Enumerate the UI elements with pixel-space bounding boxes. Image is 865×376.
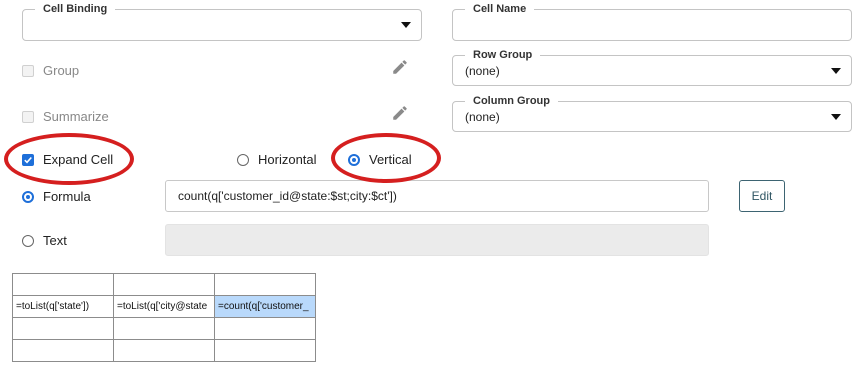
table-row [12,273,316,296]
grid-cell[interactable]: =toList(q['state']) [12,295,114,318]
cell-name-legend: Cell Name [465,2,535,16]
dropdown-caret-icon [401,22,411,28]
table-row: =toList(q['state']) =toList(q['city@stat… [12,295,316,318]
grid-cell[interactable] [12,339,114,362]
pencil-icon[interactable] [391,104,409,122]
grid-cell[interactable] [214,317,316,340]
formula-input[interactable]: count(q['customer_id@state:$st;city:$ct'… [165,180,709,212]
text-label: Text [43,233,67,248]
pencil-icon[interactable] [391,58,409,76]
vertical-label: Vertical [369,152,412,167]
grid-cell-selected[interactable]: =count(q['customer_ [214,295,316,318]
grid-cell[interactable]: =toList(q['city@state [113,295,215,318]
summarize-checkbox-row[interactable]: Summarize [22,109,109,124]
text-radio[interactable] [22,234,34,247]
formula-radio[interactable] [22,190,34,203]
expand-cell-label: Expand Cell [43,152,114,167]
group-label: Group [43,63,80,78]
cell-binding-legend: Cell Binding [35,2,116,16]
grid-cell[interactable] [214,339,316,362]
table-row [12,317,316,340]
horizontal-radio[interactable] [237,153,249,166]
expand-cell-checkbox-row[interactable]: Expand Cell [22,152,113,167]
dropdown-caret-icon [831,67,841,74]
row-group-legend: Row Group [465,48,541,62]
text-input[interactable] [165,224,709,256]
horizontal-label: Horizontal [258,152,317,167]
expand-cell-checkbox[interactable] [22,153,34,166]
formula-radio-row[interactable]: Formula [22,189,91,204]
row-group-select[interactable]: Row Group (none) [452,48,852,86]
group-checkbox-row[interactable]: Group [22,63,79,78]
grid-cell[interactable] [113,339,215,362]
table-row [12,339,316,362]
cell-binding-select[interactable]: Cell Binding [22,2,422,41]
cell-name-field[interactable]: Cell Name [452,2,852,41]
column-group-select[interactable]: Column Group (none) [452,94,852,132]
formula-label: Formula [43,189,91,204]
group-checkbox[interactable] [22,64,34,77]
summarize-checkbox[interactable] [22,110,34,123]
grid-cell[interactable] [12,273,114,296]
row-group-value: (none) [465,63,500,78]
edit-button[interactable]: Edit [739,180,785,212]
grid-cell[interactable] [214,273,316,296]
preview-grid: =toList(q['state']) =toList(q['city@stat… [12,273,316,362]
grid-cell[interactable] [113,273,215,296]
dropdown-caret-icon [831,113,841,120]
text-radio-row[interactable]: Text [22,233,67,248]
column-group-legend: Column Group [465,94,558,108]
grid-cell[interactable] [113,317,215,340]
summarize-label: Summarize [43,109,109,124]
column-group-value: (none) [465,109,500,124]
horizontal-radio-row[interactable]: Horizontal [237,152,317,167]
vertical-radio-row[interactable]: Vertical [348,152,412,167]
grid-cell[interactable] [12,317,114,340]
check-icon [24,156,32,163]
vertical-radio[interactable] [348,153,360,166]
